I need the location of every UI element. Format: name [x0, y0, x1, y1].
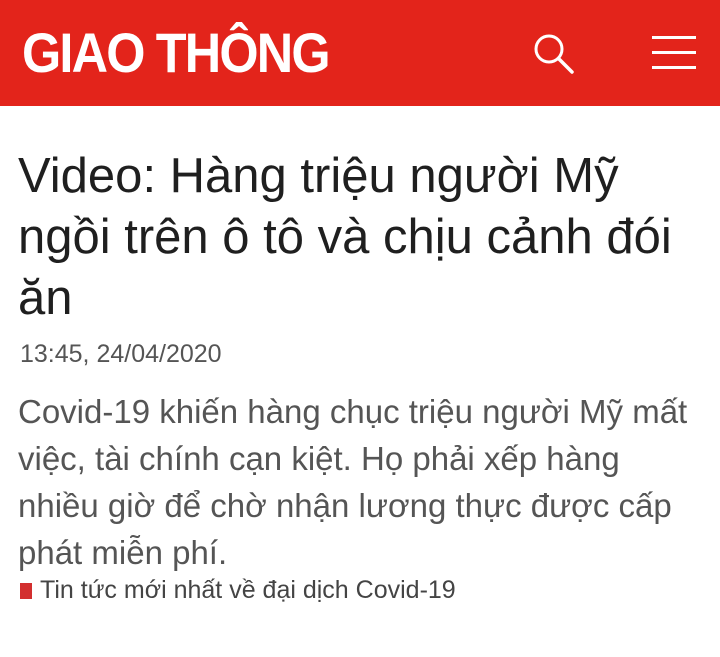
related-news-label: Tin tức mới nhất về đại dịch Covid-19 [40, 576, 456, 604]
search-button[interactable] [528, 28, 580, 80]
site-header: GIAO THÔNG [0, 0, 720, 106]
related-news-link[interactable]: Tin tức mới nhất về đại dịch Covid-19 [20, 576, 456, 605]
square-bullet-icon [20, 583, 32, 599]
article-timestamp: 13:45, 24/04/2020 [20, 340, 222, 368]
article-title: Video: Hàng triệu người Mỹ ngồi trên ô t… [18, 149, 672, 325]
site-logo[interactable]: GIAO THÔNG [22, 16, 331, 90]
hamburger-menu-icon [652, 36, 696, 69]
menu-button[interactable] [648, 30, 700, 76]
search-icon [534, 34, 574, 74]
article-summary: Covid-19 khiến hàng chục triệu người Mỹ … [18, 393, 688, 571]
